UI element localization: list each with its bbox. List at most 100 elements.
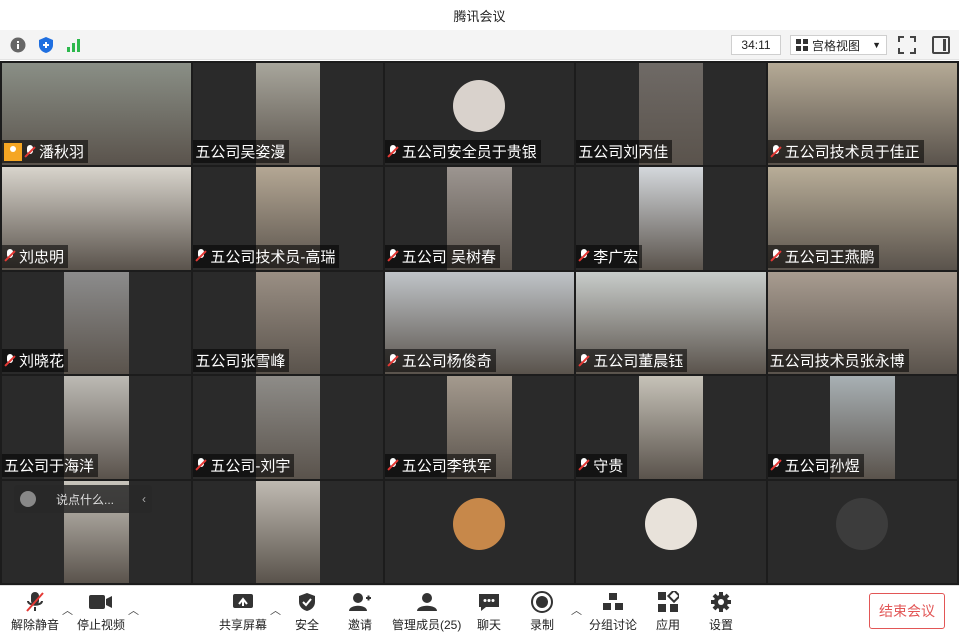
mic-muted-icon	[23, 590, 47, 614]
title-bar: 腾讯会议	[0, 0, 959, 30]
participant-tile[interactable]: 五公司刘丙佳	[576, 63, 766, 166]
mic-muted-icon	[578, 353, 590, 368]
signal-icon[interactable]	[64, 35, 84, 55]
participant-nametag: 守贵	[576, 453, 628, 477]
participant-video	[638, 376, 704, 479]
mic-muted-icon	[195, 249, 207, 263]
chat-input[interactable]: 说点什么... ‹	[14, 485, 152, 513]
security-shield-icon	[295, 590, 319, 614]
mic-muted-icon	[770, 249, 782, 263]
collapse-chat-icon[interactable]: ‹	[142, 492, 146, 506]
participant-nametag: 五公司刘丙佳	[576, 140, 673, 164]
mic-muted-icon	[387, 458, 399, 472]
unmute-label: 解除静音	[11, 618, 60, 632]
chat-button[interactable]: 聊天	[477, 590, 501, 633]
video-options-chevron-icon[interactable]: ︿	[128, 602, 139, 618]
invite-button[interactable]: 邀请	[348, 590, 372, 633]
participant-tile[interactable]: 李广宏	[576, 167, 766, 270]
participant-name: 五公司-刘宇	[210, 457, 291, 475]
apps-button[interactable]: 应用	[656, 590, 680, 633]
apps-label: 应用	[656, 618, 681, 632]
breakout-button[interactable]: 分组讨论	[589, 590, 637, 633]
participant-tile[interactable]: 五公司技术员于佳正	[767, 63, 957, 166]
participant-tile[interactable]: 五公司李铁军	[384, 376, 575, 479]
unmute-button[interactable]: 解除静音	[11, 590, 59, 633]
participant-name: 五公司董晨钰	[593, 353, 684, 371]
sidebar-toggle-icon[interactable]	[932, 36, 950, 54]
participant-name: 五公司吴姿漫	[195, 144, 286, 162]
security-button[interactable]: 安全	[295, 590, 319, 633]
stop-video-button[interactable]: 停止视频	[77, 590, 125, 633]
participant-name: 五公司 吴树春	[401, 248, 496, 266]
record-label: 录制	[530, 618, 555, 632]
mic-muted-icon	[578, 249, 590, 263]
participant-nametag: 五公司张雪峰	[193, 349, 290, 373]
invite-icon	[348, 590, 372, 614]
mic-muted-icon	[24, 144, 36, 159]
participant-nametag: 五公司孙煜	[767, 453, 864, 477]
participant-avatar	[836, 497, 889, 550]
participant-nametag: 五公司吴姿漫	[193, 140, 290, 164]
share-screen-icon	[231, 590, 255, 614]
chat-placeholder: 说点什么...	[56, 492, 115, 507]
participant-name: 五公司杨俊奇	[401, 353, 492, 371]
bottom-toolbar: 解除静音 ︿ 停止视频 ︿ 共享屏幕 ︿ 安全 邀请 管理成员(25) 聊天 录…	[0, 585, 959, 639]
participant-nametag: 刘晓花	[2, 349, 69, 373]
mic-muted-icon	[770, 458, 782, 472]
manage-members-button[interactable]: 管理成员(25)	[392, 590, 461, 633]
participant-tile[interactable]: 五公司孙煜	[767, 376, 957, 479]
emoji-icon[interactable]	[20, 491, 36, 507]
share-screen-button[interactable]: 共享屏幕	[219, 590, 267, 633]
participant-tile[interactable]: 五公司技术员张永博	[767, 271, 957, 375]
participant-nametag: 五公司 吴树春	[384, 244, 500, 268]
share-options-chevron-icon[interactable]: ︿	[270, 602, 281, 618]
record-options-chevron-icon[interactable]: ︿	[571, 602, 582, 618]
participant-name: 五公司李铁军	[401, 457, 492, 475]
participant-tile[interactable]: 守贵	[576, 376, 766, 479]
participant-tile[interactable]	[384, 480, 575, 583]
participant-tile[interactable]: 五公司 吴树春	[384, 167, 575, 270]
breakout-label: 分组讨论	[589, 618, 638, 632]
participant-tile[interactable]: 刘忠明	[2, 167, 192, 270]
participant-nametag: 五公司李铁军	[384, 453, 496, 477]
participant-name: 五公司技术员于佳正	[784, 144, 920, 162]
participant-tile[interactable]: 刘晓花	[2, 271, 192, 375]
audio-options-chevron-icon[interactable]: ︿	[62, 602, 73, 618]
participant-tile[interactable]: 五公司张雪峰	[193, 271, 383, 375]
participant-tile[interactable]: 五公司技术员-高瑞	[193, 167, 383, 270]
participant-tile[interactable]: 五公司于海洋	[2, 376, 192, 479]
participant-tile[interactable]	[193, 480, 383, 583]
participant-nametag: 五公司董晨钰	[576, 349, 688, 373]
participant-avatar	[644, 497, 697, 550]
participant-name: 五公司孙煜	[784, 457, 860, 475]
share-screen-label: 共享屏幕	[219, 618, 268, 632]
participant-tile[interactable]: 五公司董晨钰	[576, 271, 766, 375]
settings-button[interactable]: 设置	[709, 590, 733, 633]
window-title: 腾讯会议	[453, 8, 506, 24]
end-meeting-button[interactable]: 结束会议	[869, 593, 945, 629]
info-icon[interactable]	[8, 35, 28, 55]
participant-tile[interactable]: 五公司吴姿漫	[193, 63, 383, 166]
participant-tile[interactable]: 五公司安全员于贵银	[384, 63, 575, 166]
fullscreen-icon[interactable]	[898, 36, 916, 54]
camera-icon	[89, 590, 113, 614]
participant-tile[interactable]	[767, 480, 957, 583]
security-label: 安全	[295, 618, 320, 632]
shield-icon[interactable]	[36, 35, 56, 55]
record-button[interactable]: 录制	[530, 590, 554, 633]
participant-name: 五公司技术员张永博	[769, 353, 905, 371]
participant-tile[interactable]: 五公司-刘宇	[193, 376, 383, 479]
participant-nametag: 刘忠明	[2, 244, 69, 268]
participant-tile[interactable]: 五公司王燕鹏	[767, 167, 957, 270]
chat-icon	[477, 590, 501, 614]
mic-muted-icon	[578, 458, 590, 472]
mic-muted-icon	[387, 144, 399, 159]
view-mode-dropdown[interactable]: 宫格视图 ▼	[790, 35, 887, 55]
participant-tile[interactable]	[576, 480, 766, 583]
participant-avatar	[453, 80, 506, 133]
manage-members-label: 管理成员(25)	[392, 618, 462, 632]
participant-tile[interactable]: 潘秋羽	[2, 63, 192, 166]
participant-tile[interactable]: 五公司杨俊奇	[384, 271, 575, 375]
view-mode-label: 宫格视图	[812, 38, 861, 53]
participant-name: 五公司刘丙佳	[578, 144, 669, 162]
